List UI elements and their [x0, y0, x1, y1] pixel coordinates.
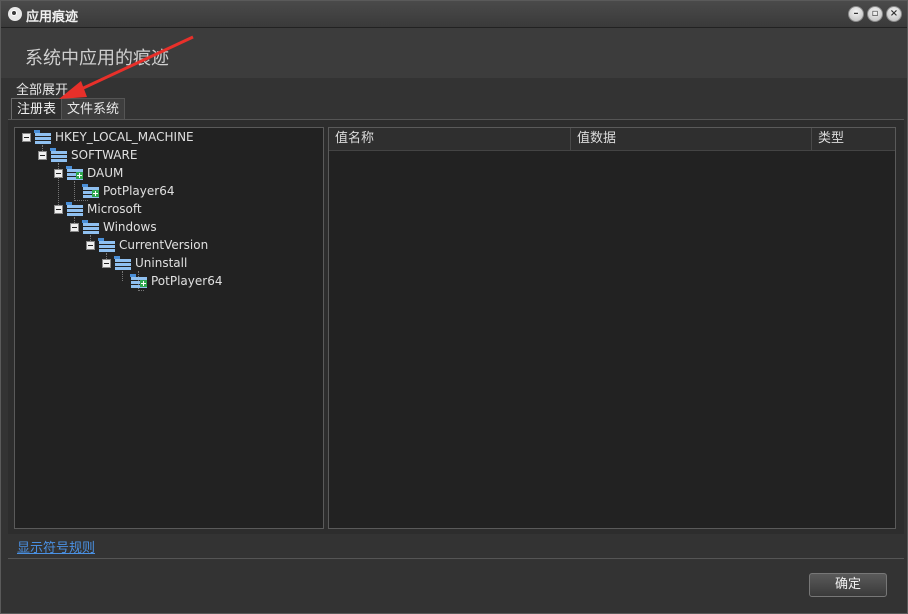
registry-key-icon: [114, 256, 131, 270]
collapse-toggle-icon[interactable]: [86, 241, 95, 250]
registry-key-icon: [98, 238, 115, 252]
registry-key-added-icon: [130, 274, 147, 288]
tree-node-label: CurrentVersion: [119, 238, 209, 252]
app-trace-window: 应用痕迹 – ▫ × 系统中应用的痕迹 全部展开 注册表 文件系统 HKEY_L…: [0, 0, 908, 614]
collapse-toggle-icon[interactable]: [102, 259, 111, 268]
ok-button[interactable]: 确定: [809, 573, 887, 597]
tree-node-label: Microsoft: [87, 202, 142, 216]
show-symbol-rules-link[interactable]: 显示符号规则: [17, 537, 95, 556]
footer-divider: [8, 558, 904, 559]
annotation-arrow-icon: [59, 35, 194, 99]
collapse-toggle-icon[interactable]: [54, 205, 63, 214]
tree-node-label: Uninstall: [135, 256, 188, 270]
tree-node-label: Windows: [103, 220, 157, 234]
collapse-toggle-icon[interactable]: [70, 223, 79, 232]
tree-node-label: PotPlayer64: [151, 274, 223, 288]
tree-connector: [122, 271, 123, 281]
registry-key-icon: [82, 220, 99, 234]
registry-key-icon: [66, 202, 83, 216]
tree-connector: [138, 290, 144, 291]
